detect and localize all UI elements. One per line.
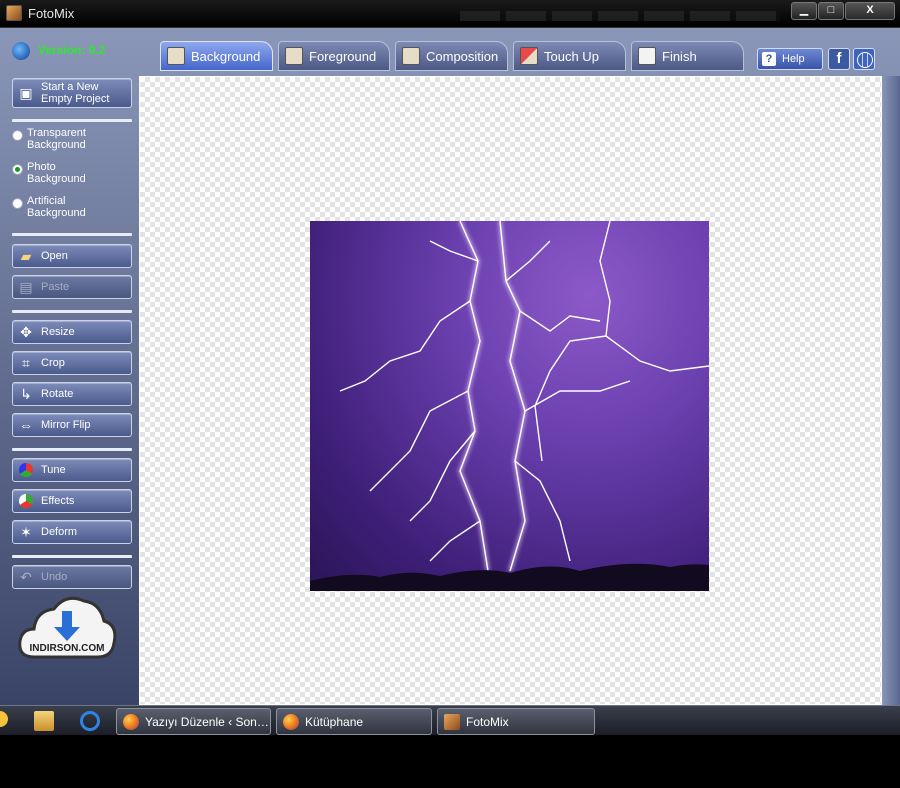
- help-button[interactable]: ? Help: [757, 48, 823, 70]
- mirror-flip-button[interactable]: ⇔ Mirror Flip: [12, 413, 132, 437]
- checklist-tab-icon: [638, 47, 656, 65]
- title-bar: FotoMix ▁ □ X: [0, 0, 900, 28]
- radio-artificial-background[interactable]: Artificial Background: [12, 195, 132, 219]
- effects-palette-icon: [17, 492, 35, 510]
- rotate-arrow-icon: ↳: [20, 385, 32, 402]
- tune-button[interactable]: Tune: [12, 458, 132, 482]
- bottom-letterbox: [0, 735, 900, 788]
- help-icon: ?: [762, 52, 776, 66]
- watermark-brand-text: INDIRSON.COM: [30, 643, 105, 654]
- sidebar-divider: [12, 119, 132, 122]
- radio-dot: [12, 130, 23, 141]
- firefox-icon: [123, 713, 139, 730]
- resize-arrows-icon: ✥: [20, 323, 32, 340]
- indirson-watermark-logo: INDIRSON.COM: [18, 596, 117, 659]
- resize-button[interactable]: ✥ Resize: [12, 320, 132, 344]
- folder-open-icon: ▰: [20, 247, 32, 264]
- foreground-tab-icon: [285, 47, 303, 65]
- crop-button[interactable]: ⌗ Crop: [12, 351, 132, 375]
- radio-photo-background[interactable]: Photo Background: [12, 161, 132, 185]
- os-taskbar: Yazıyı Düzenle ‹ Son ... Kütüphane FotoM…: [0, 705, 900, 735]
- rotate-button[interactable]: ↳ Rotate: [12, 382, 132, 406]
- radio-dot-selected: [12, 164, 23, 175]
- file-explorer-icon[interactable]: [34, 711, 54, 731]
- sidebar-divider: [12, 448, 132, 451]
- firefox-icon: [283, 713, 299, 730]
- start-orb-icon[interactable]: [0, 711, 8, 727]
- fotomix-app-icon: [6, 5, 22, 21]
- crop-icon: ⌗: [22, 354, 30, 371]
- tab-background[interactable]: Background: [160, 41, 273, 71]
- tab-foreground[interactable]: Foreground: [278, 41, 390, 71]
- undo-arrow-icon: ↶: [20, 568, 32, 585]
- deform-figure-icon: ✶: [20, 523, 32, 540]
- tab-touch-up[interactable]: Touch Up: [513, 41, 626, 71]
- close-button[interactable]: X: [845, 2, 895, 20]
- maximize-button[interactable]: □: [818, 2, 844, 20]
- undo-button[interactable]: ↶ Undo: [12, 565, 132, 589]
- fotomix-logo-icon: [12, 42, 30, 60]
- taskbar-item-fotomix[interactable]: FotoMix: [437, 708, 595, 735]
- paste-icon: ▤: [19, 278, 33, 295]
- background-tab-icon: [167, 47, 185, 65]
- taskbar-item-firefox-edit[interactable]: Yazıyı Düzenle ‹ Son ...: [116, 708, 271, 735]
- paste-button[interactable]: ▤ Paste: [12, 275, 132, 299]
- mirror-arrows-icon: ⇔: [19, 417, 33, 433]
- lightning-image: [310, 221, 709, 591]
- color-wheel-icon: [17, 461, 35, 479]
- window-title: FotoMix: [28, 6, 75, 21]
- composition-tab-icon: [402, 47, 420, 65]
- radio-dot: [12, 198, 23, 209]
- tab-composition[interactable]: Composition: [395, 41, 508, 71]
- version-label: Version: 9.2: [12, 42, 105, 60]
- download-arrow-icon: [62, 611, 72, 629]
- facebook-button[interactable]: f: [828, 48, 850, 70]
- effects-button[interactable]: Effects: [12, 489, 132, 513]
- fotomix-app-icon: [444, 713, 460, 730]
- brush-tab-icon: [520, 47, 538, 65]
- start-new-project-button[interactable]: ▣ Start a New Empty Project: [12, 78, 132, 108]
- background-window-blur: [460, 11, 780, 21]
- sidebar-divider: [12, 233, 132, 236]
- radio-transparent-background[interactable]: Transparent Background: [12, 127, 132, 151]
- taskbar-item-library[interactable]: Kütüphane: [276, 708, 432, 735]
- sidebar-divider: [12, 555, 132, 558]
- website-globe-button[interactable]: [853, 48, 875, 70]
- open-button[interactable]: ▰ Open: [12, 244, 132, 268]
- sidebar-divider: [12, 310, 132, 313]
- internet-explorer-icon[interactable]: [80, 711, 100, 731]
- minimize-button[interactable]: ▁: [791, 2, 817, 20]
- tab-finish[interactable]: Finish: [631, 41, 744, 71]
- background-photo-lightning[interactable]: [310, 221, 709, 591]
- deform-button[interactable]: ✶ Deform: [12, 520, 132, 544]
- new-project-icon: ▣: [19, 85, 33, 101]
- canvas-right-edge: [882, 76, 900, 705]
